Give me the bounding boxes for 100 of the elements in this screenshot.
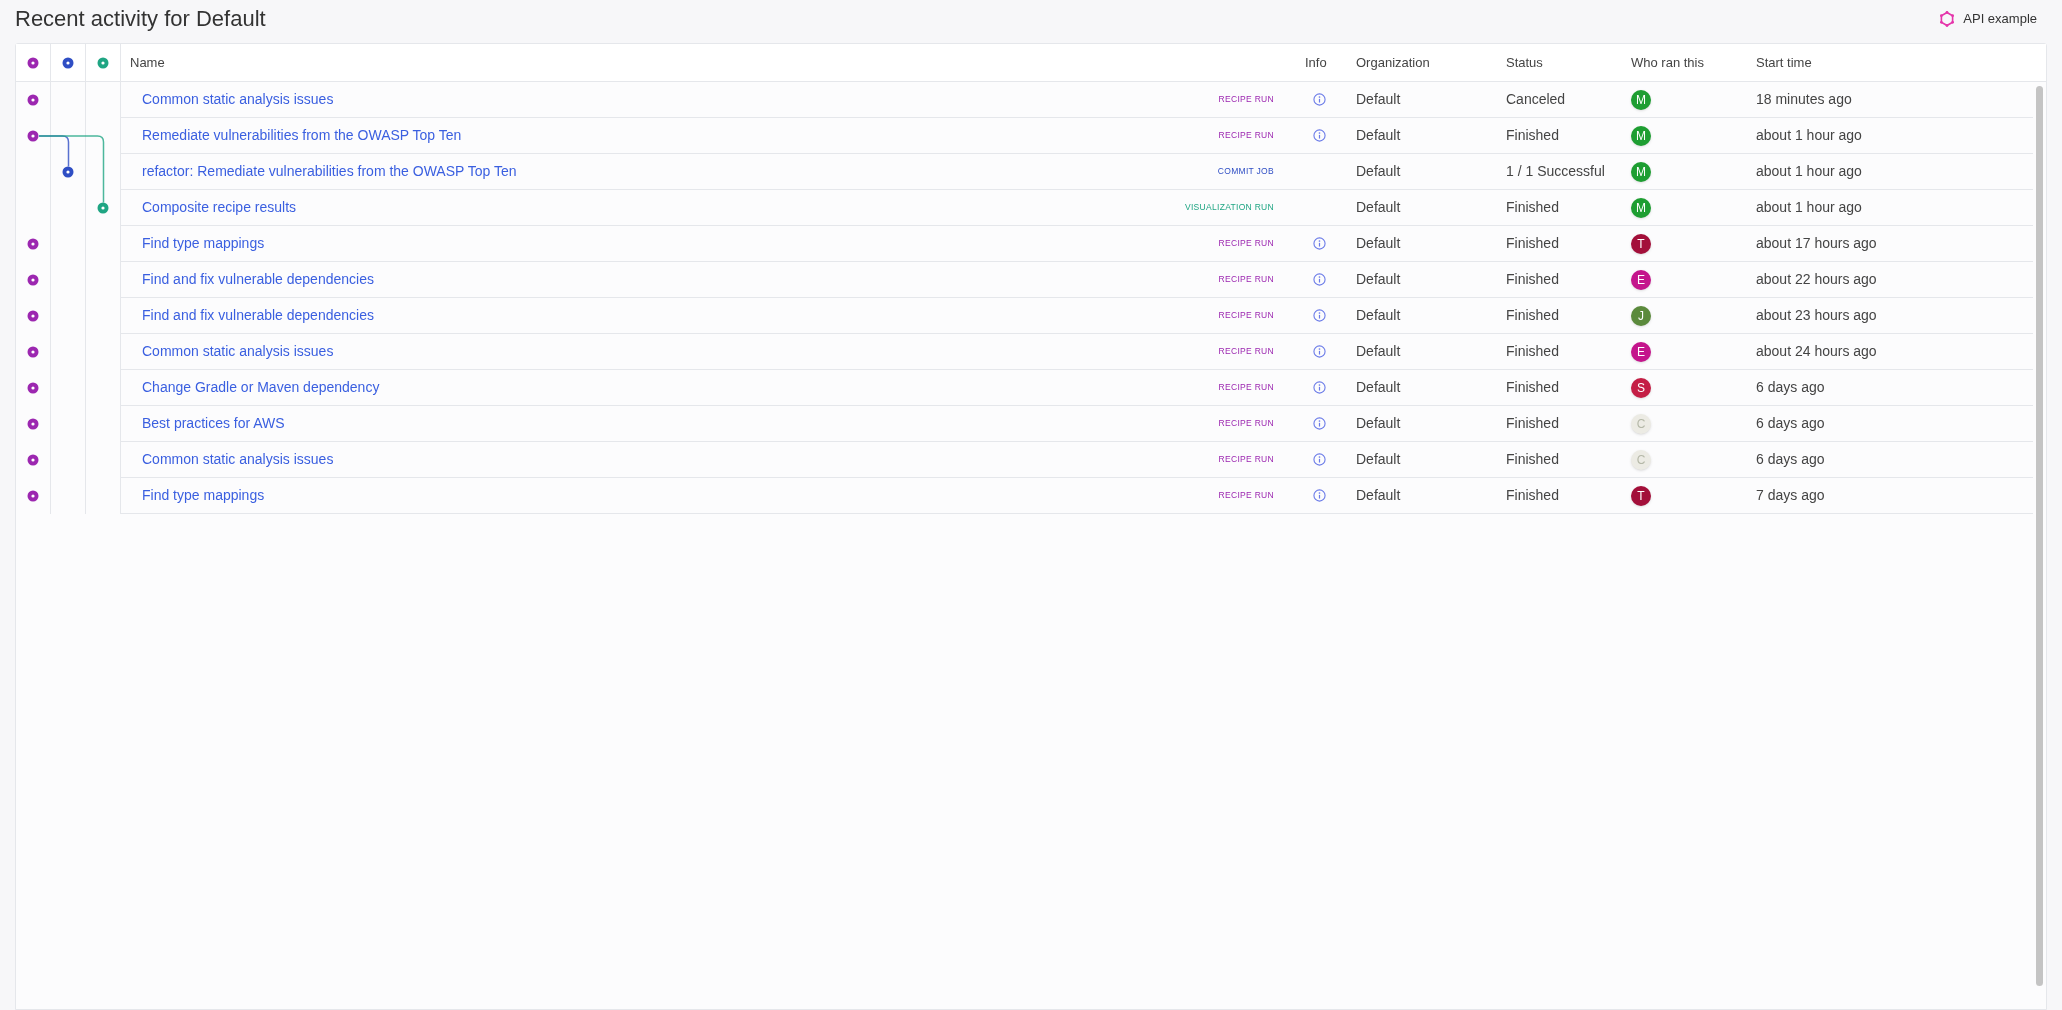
- status-cell-text: Finished: [1506, 270, 1560, 289]
- run-name-link[interactable]: Common static analysis issues: [142, 341, 334, 362]
- run-type-label: RECIPE RUN: [1218, 489, 1274, 502]
- node-dot-icon: [27, 490, 39, 502]
- organization-cell-text: Default: [1356, 378, 1402, 397]
- node-dot-icon: [27, 94, 39, 106]
- node-dot-icon: [27, 238, 39, 250]
- node-dot-icon: [62, 56, 74, 69]
- status-cell-text: Canceled: [1506, 90, 1567, 109]
- start-time-cell-text: about 1 hour ago: [1756, 198, 1863, 217]
- status-cell-text: Finished: [1506, 378, 1560, 397]
- run-type-label: COMMIT JOB: [1217, 165, 1274, 178]
- start-time-cell-text: about 1 hour ago: [1756, 162, 1863, 181]
- run-name-link[interactable]: Find type mappings: [142, 233, 265, 254]
- info-icon[interactable]: [1313, 381, 1326, 394]
- organization-cell-text: Default: [1356, 270, 1402, 289]
- column-header: Start time: [1756, 53, 1813, 72]
- run-name-link[interactable]: Find and fix vulnerable dependencies: [142, 305, 374, 326]
- status-cell-text: Finished: [1506, 126, 1560, 145]
- node-dot-icon: [97, 202, 109, 214]
- status-cell-text: Finished: [1506, 450, 1560, 469]
- node-dot-icon: [27, 274, 39, 286]
- organization-cell-text: Default: [1356, 414, 1402, 433]
- organization-cell-text: Default: [1356, 234, 1402, 253]
- run-name-link[interactable]: Find and fix vulnerable dependencies: [142, 269, 374, 290]
- user-avatar: M: [1631, 89, 1651, 110]
- user-avatar: M: [1631, 161, 1651, 182]
- run-type-label: RECIPE RUN: [1218, 273, 1274, 286]
- node-dot-icon: [27, 418, 39, 430]
- user-avatar: E: [1631, 341, 1651, 362]
- run-type-label: RECIPE RUN: [1218, 453, 1274, 466]
- status-cell-text: Finished: [1506, 306, 1560, 325]
- start-time-cell-text: 7 days ago: [1756, 486, 1826, 505]
- run-type-label: RECIPE RUN: [1218, 129, 1274, 142]
- organization-cell-text: Default: [1356, 90, 1402, 109]
- info-icon[interactable]: [1313, 237, 1326, 250]
- organization-cell-text: Default: [1356, 162, 1402, 181]
- hexagon-logo-icon: [1939, 10, 1956, 27]
- info-icon[interactable]: [1313, 489, 1326, 502]
- node-dot-icon: [27, 130, 39, 142]
- user-avatar: E: [1631, 269, 1651, 290]
- start-time-cell-text: about 17 hours ago: [1756, 234, 1878, 253]
- run-name-link[interactable]: Common static analysis issues: [142, 89, 334, 110]
- start-time-cell-text: about 24 hours ago: [1756, 342, 1878, 361]
- run-name-link[interactable]: Change Gradle or Maven dependency: [142, 377, 380, 398]
- column-header: Organization: [1356, 53, 1431, 72]
- user-avatar: S: [1631, 377, 1651, 398]
- run-name-link[interactable]: Common static analysis issues: [142, 449, 334, 470]
- organization-cell-text: Default: [1356, 198, 1402, 217]
- run-type-label: VISUALIZATION RUN: [1185, 201, 1274, 214]
- node-dot-icon: [27, 382, 39, 394]
- info-icon[interactable]: [1313, 129, 1326, 142]
- run-type-label: RECIPE RUN: [1218, 417, 1274, 430]
- column-header: Info: [1304, 53, 1328, 72]
- organization-cell-text: Default: [1356, 486, 1402, 505]
- organization-cell-text: Default: [1356, 126, 1402, 145]
- start-time-cell-text: 6 days ago: [1756, 378, 1826, 397]
- node-dot-icon: [62, 166, 74, 178]
- run-name-link[interactable]: Find type mappings: [142, 485, 265, 506]
- start-time-cell-text: 6 days ago: [1756, 414, 1826, 433]
- organization-cell-text: Default: [1356, 306, 1402, 325]
- status-cell-text: Finished: [1506, 414, 1560, 433]
- run-type-label: RECIPE RUN: [1218, 381, 1274, 394]
- status-cell-text: Finished: [1506, 486, 1560, 505]
- run-name-link[interactable]: Best practices for AWS: [142, 413, 285, 434]
- run-type-label: RECIPE RUN: [1218, 93, 1274, 106]
- info-icon[interactable]: [1313, 93, 1326, 106]
- organization-cell-text: Default: [1356, 450, 1402, 469]
- user-avatar: J: [1631, 305, 1651, 326]
- node-dot-icon: [27, 346, 39, 358]
- user-avatar: C: [1631, 413, 1651, 434]
- status-cell-text: Finished: [1506, 342, 1560, 361]
- start-time-cell-text: 6 days ago: [1756, 450, 1826, 469]
- status-cell-text: Finished: [1506, 234, 1560, 253]
- user-avatar: T: [1631, 233, 1651, 254]
- run-type-label: RECIPE RUN: [1218, 345, 1274, 358]
- info-icon[interactable]: [1313, 417, 1326, 430]
- user-avatar: C: [1631, 449, 1651, 470]
- status-cell-text: Finished: [1506, 198, 1560, 217]
- user-avatar: M: [1631, 125, 1651, 146]
- start-time-cell-text: 18 minutes ago: [1756, 90, 1853, 109]
- scrollbar[interactable]: [2036, 86, 2043, 986]
- run-name-link[interactable]: Composite recipe results: [142, 197, 297, 218]
- api-example-link[interactable]: API example: [1939, 8, 2037, 29]
- run-name-link[interactable]: Remediate vulnerabilities from the OWASP Top Ten: [142, 125, 462, 146]
- page-title: Recent activity for Default: [15, 5, 266, 33]
- info-icon[interactable]: [1313, 309, 1326, 322]
- node-dot-icon: [27, 310, 39, 322]
- column-header: Who ran this: [1631, 53, 1705, 72]
- column-header: Name: [129, 53, 166, 72]
- node-dot-icon: [27, 454, 39, 466]
- column-header: Status: [1506, 53, 1544, 72]
- organization-cell-text: Default: [1356, 342, 1402, 361]
- info-icon[interactable]: [1313, 273, 1326, 286]
- info-icon[interactable]: [1313, 345, 1326, 358]
- start-time-cell-text: about 23 hours ago: [1756, 306, 1878, 325]
- info-icon[interactable]: [1313, 453, 1326, 466]
- run-name-link[interactable]: refactor: Remediate vulnerabilities from the OWASP Top Ten: [142, 161, 517, 182]
- node-dot-icon: [27, 56, 39, 69]
- user-avatar: M: [1631, 197, 1651, 218]
